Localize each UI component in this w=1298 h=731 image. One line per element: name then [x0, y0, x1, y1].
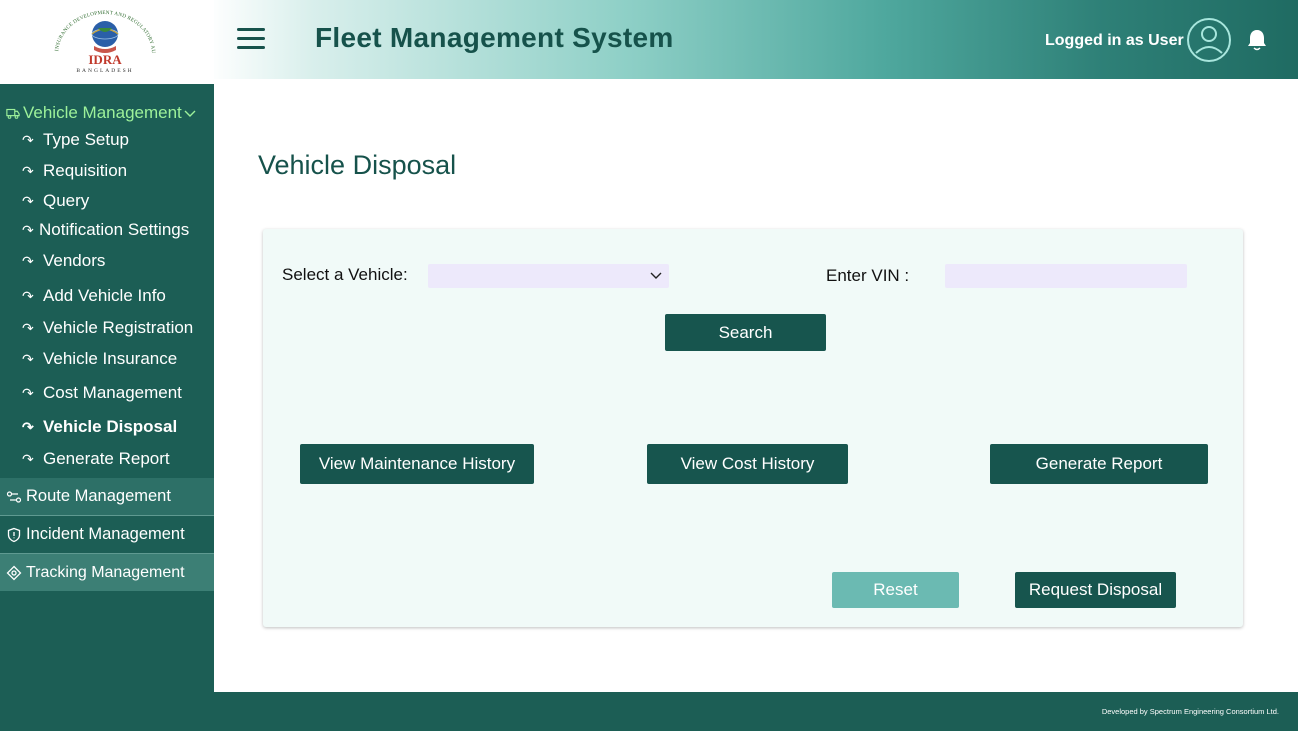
redo-arrow-icon: ↷: [22, 162, 34, 179]
redo-arrow-icon: ↷: [22, 450, 34, 467]
svg-text:BANGLADESH: BANGLADESH: [76, 68, 133, 74]
sidebar-item-vehicle-insurance[interactable]: ↷ Vehicle Insurance: [22, 349, 177, 369]
sidebar-item-vendors[interactable]: ↷ Vendors: [22, 251, 105, 271]
sidebar-item-generate-report[interactable]: ↷ Generate Report: [22, 449, 170, 469]
generate-report-button[interactable]: Generate Report: [990, 444, 1208, 484]
redo-arrow-icon: ↷: [22, 131, 34, 148]
chevron-down-icon: [650, 272, 662, 279]
page-title: Vehicle Disposal: [258, 150, 457, 180]
sidebar-item-label: Vehicle Registration: [43, 318, 194, 337]
user-avatar-icon[interactable]: [1186, 17, 1232, 63]
sidebar-item-label: Vehicle Disposal: [43, 417, 178, 436]
sidebar-item-label: Type Setup: [43, 130, 130, 149]
disposal-form-card: [263, 229, 1243, 627]
vehicle-select[interactable]: [428, 264, 669, 288]
sidebar-item-type-setup[interactable]: ↷ Type Setup: [22, 130, 129, 150]
redo-arrow-icon: ↷: [22, 319, 34, 336]
sidebar-item-vehicle-registration[interactable]: ↷ Vehicle Registration: [22, 318, 193, 338]
footer-credit: Developed by Spectrum Engineering Consor…: [1101, 707, 1279, 716]
sidebar-item-notification-settings[interactable]: ↷ Notification Settings: [22, 220, 189, 240]
sidebar-item-label: Requisition: [43, 161, 128, 180]
app-title: Fleet Management System: [315, 22, 674, 53]
chevron-down-icon: [184, 110, 196, 117]
sidebar-item-requisition[interactable]: ↷ Requisition: [22, 161, 127, 181]
redo-arrow-icon: ↷: [22, 192, 34, 209]
truck-icon: [6, 108, 20, 119]
sidebar-vehicle-management-label: Vehicle Management: [23, 103, 182, 122]
redo-arrow-icon: ↷: [22, 252, 34, 269]
idra-logo: INSURANCE DEVELOPMENT AND REGULATORY AUT…: [40, 6, 156, 74]
route-icon: [6, 490, 22, 503]
bell-icon[interactable]: [1246, 28, 1268, 52]
redo-arrow-icon: ↷: [22, 384, 34, 401]
hamburger-menu-icon[interactable]: [237, 28, 265, 50]
shield-icon: [7, 527, 21, 542]
sidebar-tracking-management-label: Tracking Management: [26, 563, 185, 581]
top-header: INSURANCE DEVELOPMENT AND REGULATORY AUT…: [0, 0, 1298, 79]
logo-area: INSURANCE DEVELOPMENT AND REGULATORY AUT…: [0, 0, 214, 79]
redo-arrow-icon: ↷: [22, 287, 34, 304]
redo-arrow-icon: ↷: [22, 418, 34, 435]
search-button[interactable]: Search: [665, 314, 826, 351]
view-cost-history-button[interactable]: View Cost History: [647, 444, 848, 484]
sidebar-item-label: Cost Management: [43, 383, 182, 402]
sidebar-item-cost-management[interactable]: ↷ Cost Management: [22, 383, 182, 403]
sidebar: Vehicle Management ↷ Type Setup ↷ Requisit…: [0, 84, 214, 731]
redo-arrow-icon: ↷: [22, 350, 34, 367]
footer: Developed by Spectrum Engineering Consor…: [214, 692, 1298, 731]
sidebar-item-vehicle-disposal[interactable]: ↷ Vehicle Disposal: [22, 417, 177, 437]
sidebar-item-label: Generate Report: [43, 449, 170, 468]
logged-in-label: Logged in as User: [1045, 32, 1184, 49]
sidebar-tracking-management[interactable]: Tracking Management: [0, 554, 214, 591]
sidebar-item-label: Vehicle Insurance: [43, 349, 178, 368]
sidebar-item-label: Notification Settings: [39, 220, 190, 239]
sidebar-item-label: Query: [43, 191, 90, 210]
redo-arrow-icon: ↷: [22, 221, 34, 238]
sidebar-route-management-label: Route Management: [26, 487, 171, 505]
sidebar-item-label: Add Vehicle Info: [43, 286, 166, 305]
request-disposal-button[interactable]: Request Disposal: [1015, 572, 1176, 608]
crosshair-icon: [6, 565, 22, 580]
svg-text:IDRA: IDRA: [88, 52, 122, 67]
vin-input[interactable]: [945, 264, 1187, 288]
vin-label: Enter VIN :: [826, 266, 910, 285]
sidebar-item-add-vehicle-info[interactable]: ↷ Add Vehicle Info: [22, 286, 166, 306]
sidebar-vehicle-management[interactable]: Vehicle Management: [0, 102, 214, 124]
sidebar-route-management[interactable]: Route Management: [0, 478, 214, 515]
select-vehicle-label: Select a Vehicle:: [282, 265, 408, 284]
sidebar-incident-management[interactable]: Incident Management: [0, 516, 214, 553]
reset-button[interactable]: Reset: [832, 572, 959, 608]
sidebar-item-query[interactable]: ↷ Query: [22, 191, 89, 211]
view-maintenance-history-button[interactable]: View Maintenance History: [300, 444, 534, 484]
sidebar-incident-management-label: Incident Management: [26, 525, 185, 543]
sidebar-item-label: Vendors: [43, 251, 106, 270]
